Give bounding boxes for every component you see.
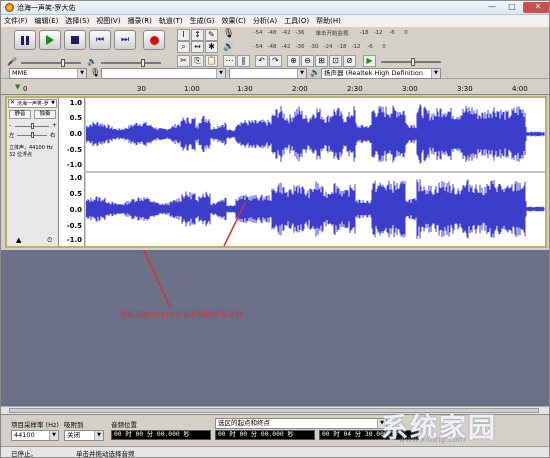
zoom-out-icon[interactable]: ⊖ — [301, 55, 314, 67]
chevron-down-icon: ▼ — [431, 69, 440, 78]
selection-start-field[interactable]: 00 时 00 分 00.000 秒 — [215, 430, 315, 440]
cut-icon[interactable]: ✂ — [177, 55, 190, 67]
toolbar-area: ⏮ ⏭ I ↕ ✎ ⌕ ↔ ✱ 🎙 🔊 -54 -48 -42 -36 单击开始… — [1, 27, 549, 79]
playback-device-select[interactable]: 扬声器 (Realtek High Definition ▼ — [321, 68, 441, 79]
waveform-right-channel — [85, 179, 545, 239]
menu-view[interactable]: 视图(V) — [96, 16, 120, 26]
menu-transport[interactable]: 播录(R) — [128, 16, 152, 26]
skip-to-start-button[interactable]: ⏮ — [89, 30, 111, 50]
playback-volume-slider[interactable] — [101, 59, 161, 67]
menu-tools[interactable]: 工具(O) — [284, 16, 309, 26]
chevron-down-icon: ▼ — [216, 69, 225, 78]
track-close-icon[interactable]: ✕ — [10, 99, 15, 106]
trim-icon[interactable]: ⋯ — [223, 55, 236, 67]
solo-button[interactable]: 独奏 — [34, 110, 56, 119]
gain-slider[interactable] — [15, 123, 49, 129]
pan-slider[interactable] — [17, 132, 47, 138]
input-device-mic-icon: 🎙 — [90, 68, 101, 77]
waveform-left-channel — [85, 104, 545, 164]
meter-monitor-hint: 单击开始监视 — [315, 31, 349, 37]
annotation-arrow — [143, 250, 171, 308]
menu-generate[interactable]: 生成(G) — [190, 16, 215, 26]
timeshift-tool-icon[interactable]: ↔ — [191, 41, 204, 53]
chevron-down-icon: ▼ — [94, 431, 103, 440]
menu-effect[interactable]: 效果(C) — [222, 16, 246, 26]
menu-select[interactable]: 选择(S) — [65, 16, 89, 26]
recording-volume-slider[interactable] — [21, 59, 81, 67]
pause-button[interactable] — [14, 30, 36, 50]
status-state: 已停止。 — [11, 450, 37, 458]
chevron-down-icon: ▼ — [297, 69, 306, 78]
title-bar: 沧海一声笑-罗大佑 — □ ✕ — [1, 1, 549, 15]
mic-volume-icon: 🎤 — [7, 57, 17, 66]
zoom-toggle-icon[interactable]: ⊘ — [343, 55, 356, 67]
audacity-logo-icon — [5, 3, 14, 12]
mute-button[interactable]: 静音 — [9, 110, 31, 119]
window-title: 沧海一声笑-罗大佑 — [17, 3, 76, 12]
annotation-text: 按组和键Ctrl+A全选音频的所有音频 — [120, 310, 243, 319]
menu-edit[interactable]: 编辑(E) — [35, 16, 59, 26]
play-head-icon: ▼ — [15, 83, 21, 91]
speaker-icon[interactable]: 🔊 — [223, 42, 234, 52]
collapse-track-icon[interactable]: ▲ — [16, 236, 21, 244]
chevron-down-icon: ▼ — [49, 431, 58, 440]
microphone-icon[interactable]: 🎙 — [223, 29, 234, 39]
zoom-tool-icon[interactable]: ⌕ — [177, 41, 190, 53]
speaker-volume-icon: 🔈 — [87, 57, 97, 66]
paste-icon[interactable]: 📋 — [205, 55, 218, 67]
redo-icon[interactable]: ↷ — [269, 55, 282, 67]
track-format-info: 立体声，44100 Hz — [9, 145, 53, 151]
project-rate-select[interactable]: 44100 ▼ — [11, 430, 59, 441]
play-button[interactable] — [39, 30, 61, 50]
menu-file[interactable]: 文件(F) — [4, 16, 28, 26]
copy-icon[interactable]: ⎘ — [191, 55, 204, 67]
track-control-panel: ✕ 沧海一声笑-罗 ▼ 静音 独奏 - + 左 右 立体声，44100 Hz 3… — [7, 98, 59, 246]
close-button[interactable]: ✕ — [523, 2, 549, 13]
skip-to-end-button[interactable]: ⏭ — [114, 30, 136, 50]
stop-button[interactable] — [64, 30, 86, 50]
maximize-button[interactable]: □ — [503, 2, 521, 13]
fit-selection-icon[interactable]: ⊞ — [315, 55, 328, 67]
status-hint: 单击并拖动选择音频 — [76, 450, 135, 458]
chevron-down-icon: ▼ — [77, 69, 86, 78]
draw-tool-icon[interactable]: ✎ — [205, 29, 218, 41]
output-device-speaker-icon: 🔊 — [310, 68, 320, 77]
silence-icon[interactable]: ‖ — [237, 55, 250, 67]
menu-bar: 文件(F) 编辑(E) 选择(S) 视图(V) 播录(R) 轨道(T) 生成(G… — [1, 15, 549, 27]
play-at-speed-icon[interactable]: ▶ — [363, 55, 376, 67]
play-speed-slider[interactable] — [381, 58, 441, 66]
envelope-tool-icon[interactable]: ↕ — [191, 29, 204, 41]
multi-tool-icon[interactable]: ✱ — [205, 41, 218, 53]
app-window: 沧海一声笑-罗大佑 — □ ✕ 文件(F) 编辑(E) 选择(S) 视图(V) … — [0, 0, 550, 458]
sync-lock-icon[interactable]: ⏲ — [47, 236, 52, 245]
fit-project-icon[interactable]: ⊡ — [329, 55, 342, 67]
snap-to-select[interactable]: 关闭 ▼ — [64, 430, 104, 441]
recording-device-select[interactable]: ▼ — [101, 68, 226, 79]
minimize-button[interactable]: — — [483, 2, 501, 13]
track-bitdepth-info: 32 位浮点 — [9, 152, 32, 158]
track-name-menu[interactable]: ✕ 沧海一声笑-罗 ▼ — [8, 99, 57, 108]
audio-host-select[interactable]: MME ▼ — [9, 68, 87, 79]
undo-icon[interactable]: ↶ — [255, 55, 268, 67]
watermark-url: www.xitong.com — [399, 435, 466, 444]
vertical-scale: 1.0 0.5 0.0 -0.5 -1.0 1.0 0.5 0.0 -0.5 -… — [59, 98, 85, 246]
chevron-down-icon: ▼ — [51, 100, 55, 106]
menu-tracks[interactable]: 轨道(T) — [159, 16, 183, 26]
record-button[interactable] — [143, 30, 165, 50]
waveform-area[interactable] — [85, 98, 545, 247]
selection-tool-icon[interactable]: I — [177, 29, 190, 41]
recording-meter[interactable]: -54 -48 -42 -36 单击开始监视 -18 -12 -6 0 — [251, 28, 441, 38]
audio-position-field[interactable]: 00 时 00 分 00.000 秒 — [111, 430, 211, 440]
status-bar: 已停止。 单击并拖动选择音频 — [1, 446, 549, 458]
audio-track: ✕ 沧海一声笑-罗 ▼ 静音 独奏 - + 左 右 立体声，44100 Hz 3… — [5, 96, 547, 248]
recording-channels-select[interactable]: ▼ — [229, 68, 307, 79]
empty-track-area[interactable] — [1, 250, 549, 408]
waveform-svg — [85, 104, 545, 247]
menu-analyze[interactable]: 分析(A) — [253, 16, 277, 26]
playback-meter[interactable]: -54 -48 -42 -36 -30 -24 -18 -12 -6 0 — [251, 42, 441, 52]
selection-mode-select[interactable]: 选区的起点和终点 ▼ — [215, 418, 387, 429]
timeline-ruler[interactable]: ▼ 0 30 1:00 1:30 2:00 2:30 3:00 3:30 4:0… — [1, 80, 549, 95]
menu-help[interactable]: 帮助(H) — [316, 16, 341, 26]
zoom-in-icon[interactable]: ⊕ — [287, 55, 300, 67]
